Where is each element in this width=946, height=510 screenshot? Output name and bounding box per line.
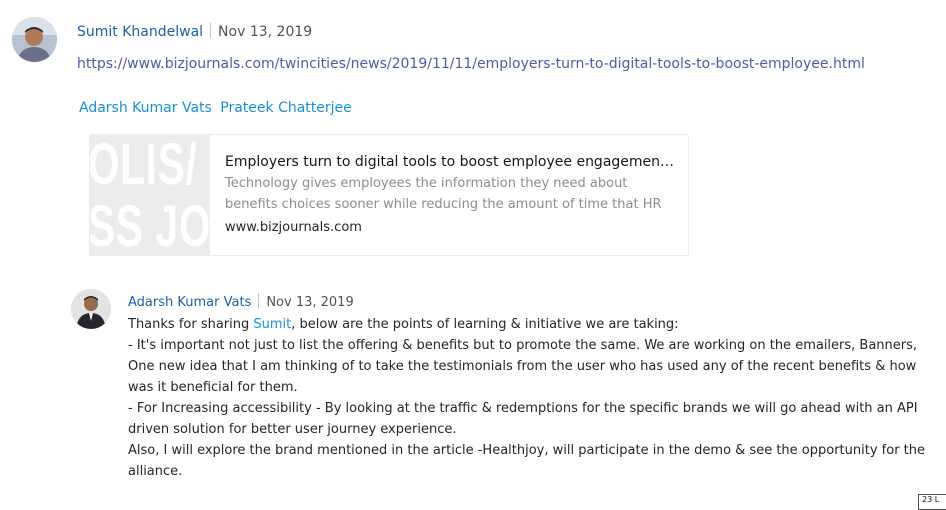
post-date: Nov 13, 2019 [218,24,313,40]
reply-intro-text: Thanks for sharing [128,317,254,332]
reply-intro-rest: , below are the points of learning & ini… [291,317,679,332]
reply-intro: Thanks for sharing Sumit, below are the … [128,314,938,335]
reply-author-name[interactable]: Adarsh Kumar Vats [128,295,251,310]
link-preview-card[interactable]: OLIS/ SS JO Employers turn to digital to… [89,134,689,256]
corner-badge[interactable]: 23 L [918,494,946,510]
preview-domain: www.bizjournals.com [225,220,362,235]
post-author-name[interactable]: Sumit Khandelwal [77,24,203,40]
preview-description: Technology gives employees the informati… [225,176,662,212]
post-article-link[interactable]: https://www.bizjournals.com/twincities/n… [77,54,865,74]
reply-date: Nov 13, 2019 [266,295,354,310]
reply-author-avatar[interactable] [71,289,111,329]
reply-body: Thanks for sharing Sumit, below are the … [128,314,938,482]
avatar-image [12,17,57,62]
mention-sumit[interactable]: Sumit [253,317,291,332]
preview-thumbnail: OLIS/ SS JO [90,135,210,255]
reply-paragraph: Also, I will explore the brand mentioned… [128,443,926,479]
preview-body: Employers turn to digital tools to boost… [225,152,675,237]
header-divider [258,293,260,308]
thumbnail-text-bottom: SS JO [90,194,210,256]
thumbnail-text-top: OLIS/ [90,135,198,197]
reply-paragraph: - It's important not just to list the of… [128,338,918,395]
mention-adarsh[interactable]: Adarsh Kumar Vats [79,100,212,116]
reply-paragraph: - For Increasing accessibility - By look… [128,401,918,437]
post-header: Sumit Khandelwal Nov 13, 2019 [77,22,312,42]
mention-list: Adarsh Kumar Vats Prateek Chatterjee [79,98,356,118]
reply-header: Adarsh Kumar Vats Nov 13, 2019 [128,293,354,312]
avatar-image [71,289,111,329]
mention-prateek[interactable]: Prateek Chatterjee [220,100,352,116]
header-divider [210,23,212,38]
author-avatar[interactable] [12,17,57,62]
preview-title[interactable]: Employers turn to digital tools to boost… [225,152,675,172]
